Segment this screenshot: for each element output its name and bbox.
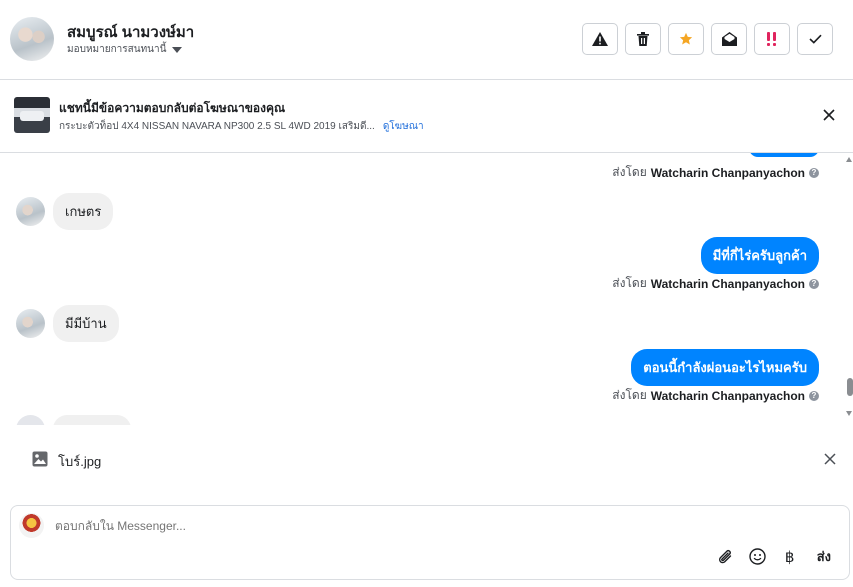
agent-name: Watcharin Chanpanyachon [650,388,805,403]
help-icon[interactable]: ? [809,167,819,178]
star-icon [679,32,693,45]
help-icon[interactable]: ? [809,390,819,401]
star-button[interactable] [668,23,704,55]
conversation-header: สมบูรณ์ นามวงษ์มา มอบหมายการสนทนานี้ [0,0,853,80]
mark-priority-button[interactable] [754,23,790,55]
thread-scrollbar[interactable] [846,153,853,425]
ad-banner-title: แชทนี้มีข้อความตอบกลับต่อโฆษณาของคุณ [59,101,286,115]
contact-avatar[interactable] [10,17,54,61]
message-bubble-outgoing[interactable]: มีที่กี่ไร่ครับลูกค้า [700,237,819,274]
payment-button[interactable]: ฿ [781,548,799,566]
contact-avatar-small [16,197,45,226]
exclamation-icon [767,32,776,46]
paperclip-icon [718,549,731,563]
attachment-filename: โบร์.jpg [58,454,102,469]
trash-icon [637,32,649,46]
smiley-icon [749,548,766,565]
baht-icon: ฿ [784,547,795,566]
emoji-button[interactable] [749,548,767,566]
sent-by-label: ส่งโดย Watcharin Chanpanyachon ? [612,386,819,405]
image-icon [32,451,48,467]
message-bubble-partial [53,415,131,425]
caret-down-icon [172,47,183,53]
ad-thumbnail[interactable] [14,97,50,133]
scroll-up-icon[interactable] [846,157,852,162]
help-icon[interactable]: ? [809,278,819,289]
sent-by-prefix: ส่งโดย [612,165,647,179]
message-bubble-outgoing-partial [749,153,819,157]
mark-unread-button[interactable] [711,23,747,55]
reply-composer: ฿ ส่ง [10,505,850,580]
close-icon[interactable] [822,108,836,122]
sent-by-label: ส่งโดย Watcharin Chanpanyachon ? [612,163,819,182]
pending-attachment: โบร์.jpg [0,440,853,480]
message-bubble-outgoing[interactable]: ตอนนี้กำลังผ่อนอะไรไหมครับ [631,349,819,386]
sent-by-prefix: ส่งโดย [612,388,647,402]
ad-reply-banner: แชทนี้มีข้อความตอบกลับต่อโฆษณาของคุณ กระ… [0,80,853,153]
contact-name[interactable]: สมบูรณ์ นามวงษ์มา [67,20,194,44]
reply-input[interactable] [55,519,615,533]
mark-done-button[interactable] [797,23,833,55]
assign-conversation-dropdown[interactable]: มอบหมายการสนทนานี้ [67,42,183,57]
sent-by-prefix: ส่งโดย [612,276,647,290]
remove-attachment-icon[interactable] [824,453,836,465]
message-bubble[interactable]: มีมีบ้าน [53,305,119,342]
agent-name: Watcharin Chanpanyachon [650,165,805,180]
ad-description: กระบะตัวท็อป 4X4 NISSAN NAVARA NP300 2.5… [59,121,375,132]
warning-icon [592,32,608,46]
composer-toolbar: ฿ ส่ง [717,546,831,567]
message-incoming: มีมีบ้าน [16,305,119,342]
delete-button[interactable] [625,23,661,55]
header-actions [582,23,833,55]
scroll-down-icon[interactable] [846,411,852,416]
agent-name: Watcharin Chanpanyachon [650,276,805,291]
contact-avatar-small [16,415,45,425]
envelope-open-icon [721,32,737,46]
page-avatar [19,513,44,538]
sent-by-label: ส่งโดย Watcharin Chanpanyachon ? [612,274,819,293]
assign-label: มอบหมายการสนทนานี้ [67,44,167,55]
message-incoming: เกษตร [16,193,114,230]
send-button[interactable]: ส่ง [817,546,831,567]
report-spam-button[interactable] [582,23,618,55]
attach-file-button[interactable] [717,548,735,566]
contact-avatar-small [16,309,45,338]
scroll-thumb[interactable] [847,378,853,396]
check-icon [808,34,822,44]
message-bubble[interactable]: เกษตร [53,193,114,230]
message-thread[interactable]: ส่งโดย Watcharin Chanpanyachon ? เกษตร ม… [0,153,853,425]
ad-banner-subtitle-row: กระบะตัวท็อป 4X4 NISSAN NAVARA NP300 2.5… [59,119,424,134]
view-ad-link[interactable]: ดูโฆษณา [383,119,424,134]
